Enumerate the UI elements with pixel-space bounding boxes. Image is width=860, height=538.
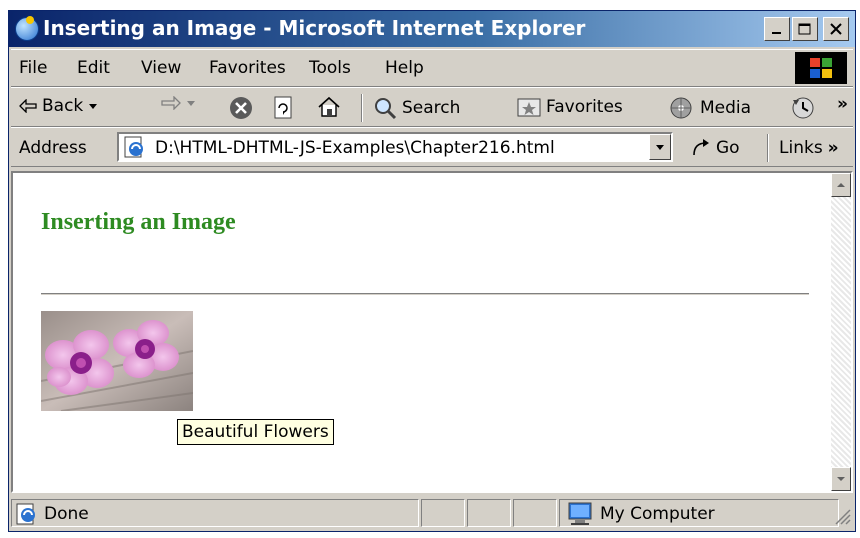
scroll-down-arrow-icon xyxy=(837,477,845,481)
page-done-icon xyxy=(16,503,35,525)
chevron-down-icon xyxy=(656,145,664,150)
toolbar-separator xyxy=(361,94,363,122)
search-icon xyxy=(375,98,397,120)
links-button[interactable]: Links » xyxy=(779,138,839,158)
window-controls xyxy=(764,17,849,41)
search-button[interactable]: Search xyxy=(373,96,460,120)
minimize-button[interactable] xyxy=(764,17,790,41)
content-frame: Inserting an Image Beautiful Flowers xyxy=(11,171,853,493)
menu-file[interactable]: File xyxy=(19,58,47,78)
ie-icon xyxy=(15,16,39,41)
image-tooltip: Beautiful Flowers xyxy=(177,419,334,445)
stop-icon xyxy=(230,97,252,119)
menu-edit[interactable]: Edit xyxy=(77,58,110,78)
windows-flag-icon xyxy=(810,58,832,78)
history-icon xyxy=(792,97,814,119)
forward-dropdown-icon xyxy=(187,101,195,106)
media-icon xyxy=(670,97,692,119)
close-button[interactable] xyxy=(823,17,849,41)
horizontal-rule xyxy=(41,293,809,295)
toolbar-chevron-icon[interactable]: » xyxy=(837,94,848,114)
window-title: Inserting an Image - Microsoft Internet … xyxy=(43,16,586,40)
status-pane-3 xyxy=(513,499,557,527)
stop-button[interactable] xyxy=(229,96,253,120)
maximize-button[interactable] xyxy=(792,17,818,41)
refresh-icon xyxy=(274,96,292,119)
back-arrow-icon xyxy=(19,99,37,113)
status-pane-1 xyxy=(421,499,465,527)
browser-window: Inserting an Image - Microsoft Internet … xyxy=(8,10,856,532)
standard-toolbar: Back Search Favorites Media » xyxy=(11,87,853,127)
menu-bar: File Edit View Favorites Tools Help xyxy=(11,49,853,87)
scroll-down-button[interactable] xyxy=(831,467,851,491)
back-dropdown-icon[interactable] xyxy=(88,102,98,110)
search-label: Search xyxy=(402,98,461,118)
menu-tools[interactable]: Tools xyxy=(309,58,351,78)
forward-button[interactable] xyxy=(161,96,196,110)
status-main-pane: Done xyxy=(11,499,419,527)
go-arrow-icon xyxy=(693,139,709,156)
address-separator xyxy=(767,134,769,162)
menu-favorites[interactable]: Favorites xyxy=(209,58,286,78)
address-input[interactable]: D:\HTML-DHTML-JS-Examples\Chapter216.htm… xyxy=(117,132,673,162)
scroll-up-button[interactable] xyxy=(831,173,851,197)
menu-view[interactable]: View xyxy=(141,58,181,78)
go-button[interactable]: Go xyxy=(691,138,740,158)
media-label: Media xyxy=(700,98,752,118)
resize-grip-icon[interactable] xyxy=(833,507,851,525)
back-button[interactable]: Back xyxy=(19,96,98,116)
zone-label: My Computer xyxy=(600,504,715,524)
refresh-button[interactable] xyxy=(273,96,295,120)
title-bar[interactable]: Inserting an Image - Microsoft Internet … xyxy=(9,11,855,47)
links-chevron-icon: » xyxy=(827,138,839,158)
vertical-scrollbar[interactable] xyxy=(831,173,851,491)
status-bar: Done My Computer xyxy=(11,495,853,529)
page-body: Inserting an Image Beautiful Flowers xyxy=(13,173,831,491)
status-text: Done xyxy=(44,504,89,524)
favorites-label: Favorites xyxy=(546,97,623,117)
media-button[interactable]: Media xyxy=(669,96,751,120)
links-label: Links xyxy=(779,138,823,158)
home-button[interactable] xyxy=(317,96,341,118)
forward-arrow-icon xyxy=(161,96,181,110)
minimize-icon xyxy=(772,32,781,34)
flowers-image[interactable] xyxy=(41,311,193,411)
page-heading: Inserting an Image xyxy=(41,209,236,235)
favorites-button[interactable]: Favorites xyxy=(517,96,623,118)
status-zone-pane: My Computer xyxy=(559,499,839,527)
favorites-icon xyxy=(517,98,541,117)
my-computer-icon xyxy=(568,502,592,525)
home-icon xyxy=(318,96,340,117)
close-icon xyxy=(830,23,842,35)
page-icon xyxy=(124,136,143,158)
address-url: D:\HTML-DHTML-JS-Examples\Chapter216.htm… xyxy=(155,138,555,158)
address-dropdown-button[interactable] xyxy=(649,134,671,160)
address-bar: Address D:\HTML-DHTML-JS-Examples\Chapte… xyxy=(11,127,853,167)
go-label: Go xyxy=(716,138,740,158)
maximize-icon xyxy=(798,23,811,35)
back-label: Back xyxy=(42,96,84,116)
menu-help[interactable]: Help xyxy=(385,58,424,78)
windows-logo xyxy=(795,52,847,84)
history-button[interactable] xyxy=(791,96,817,120)
status-pane-2 xyxy=(467,499,511,527)
scroll-up-arrow-icon xyxy=(837,183,845,187)
address-label: Address xyxy=(19,138,87,158)
